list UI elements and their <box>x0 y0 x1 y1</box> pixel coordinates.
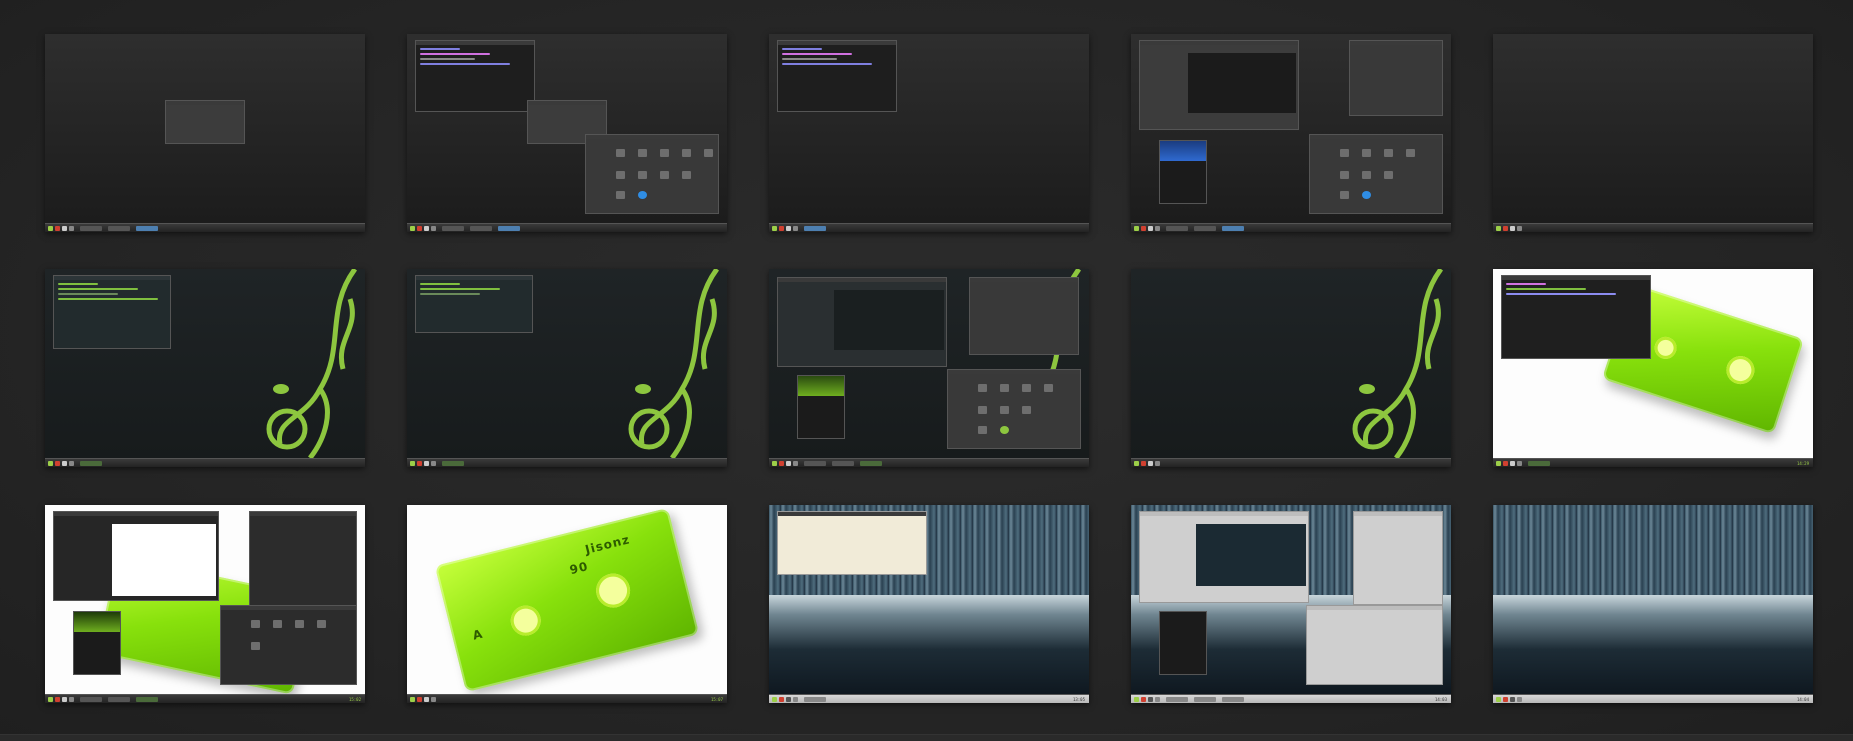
cassette-side: A <box>471 626 485 643</box>
file-manager-window[interactable] <box>220 605 357 685</box>
terminal-window[interactable] <box>777 511 927 575</box>
thumbnail-14[interactable]: 14:03 <box>1131 505 1451 703</box>
wallpaper <box>1493 505 1813 694</box>
shelf-panel <box>769 458 1089 467</box>
file-manager-icon[interactable] <box>69 225 74 231</box>
shelf-panel: 15:02 <box>45 694 365 703</box>
task-button[interactable] <box>136 225 158 231</box>
chameleon-logo <box>273 384 289 394</box>
clock: 15:07 <box>710 696 723 702</box>
start-icon[interactable] <box>48 225 53 231</box>
help-icon[interactable] <box>1362 191 1371 199</box>
vine-decoration <box>628 269 720 458</box>
task-button[interactable] <box>80 225 102 231</box>
about-window[interactable] <box>73 611 121 675</box>
terminal-window[interactable] <box>777 40 897 112</box>
about-window[interactable] <box>797 375 845 439</box>
thumbnail-10[interactable]: 14:29 <box>1493 269 1813 467</box>
thumbnail-11[interactable]: 15:02 <box>45 505 365 703</box>
shelf-panel <box>407 223 727 232</box>
settings-window[interactable] <box>777 277 947 367</box>
thumbnail-8[interactable] <box>769 269 1089 467</box>
dialog-window[interactable] <box>165 100 245 144</box>
settings-panel-window[interactable] <box>1349 40 1443 116</box>
shelf-panel <box>45 458 365 467</box>
task-button[interactable] <box>108 225 130 231</box>
thumbnail-7[interactable] <box>407 269 727 467</box>
clock: 14:03 <box>1434 696 1447 702</box>
vine-decoration <box>266 269 358 458</box>
thumbnail-12[interactable]: Jisonz A 90 15:07 <box>407 505 727 703</box>
thumbnail-9[interactable] <box>1131 269 1451 467</box>
terminal-window[interactable] <box>415 40 535 112</box>
vine-decoration <box>1352 269 1444 458</box>
shelf-panel: 14:03 <box>1131 694 1451 703</box>
shelf-panel <box>769 223 1089 232</box>
cassette-minutes: 90 <box>568 559 590 578</box>
file-manager-window[interactable] <box>1309 134 1443 214</box>
shelf-panel: 15:07 <box>407 694 727 703</box>
clock: 15:02 <box>348 696 361 702</box>
about-window[interactable] <box>1159 611 1207 675</box>
thumbnail-3[interactable] <box>769 34 1089 232</box>
browser-icon[interactable] <box>55 225 60 231</box>
terminal-window[interactable] <box>415 275 533 333</box>
shelf-panel <box>45 223 365 232</box>
shelf-panel <box>1493 223 1813 232</box>
settings-panel-window[interactable] <box>1353 511 1443 605</box>
settings-panel-window[interactable] <box>969 277 1079 355</box>
file-manager-window[interactable] <box>585 134 719 214</box>
terminal-window[interactable] <box>1501 275 1651 359</box>
settings-window[interactable] <box>1139 40 1299 130</box>
screenshot-gallery: 14:29 15:02 Jisonz A 90 15:07 13:05 14:0… <box>0 0 1853 741</box>
shelf-panel <box>407 458 727 467</box>
thumbnail-6[interactable] <box>45 269 365 467</box>
cassette-brand: Jisonz <box>583 532 632 557</box>
settings-window[interactable] <box>1139 511 1309 603</box>
file-manager-window[interactable] <box>1306 605 1443 685</box>
clock: 13:05 <box>1072 696 1085 702</box>
terminal-icon[interactable] <box>62 225 67 231</box>
shelf-panel: 13:05 <box>769 694 1089 703</box>
bottom-strip <box>0 734 1853 741</box>
terminal-window[interactable] <box>53 275 171 349</box>
thumbnail-4[interactable] <box>1131 34 1451 232</box>
shelf-panel <box>1131 223 1451 232</box>
settings-panel-window[interactable] <box>249 511 357 611</box>
thumbnail-5[interactable] <box>1493 34 1813 232</box>
shelf-panel <box>1131 458 1451 467</box>
shelf-panel: 14:04 <box>1493 694 1813 703</box>
shelf-panel: 14:29 <box>1493 458 1813 467</box>
wallpaper <box>1493 34 1813 223</box>
thumbnail-1[interactable] <box>45 34 365 232</box>
settings-window[interactable] <box>53 511 219 601</box>
thumbnail-2[interactable] <box>407 34 727 232</box>
file-manager-window[interactable] <box>947 369 1081 449</box>
about-window[interactable] <box>1159 140 1207 204</box>
help-icon[interactable] <box>638 191 647 199</box>
clock: 14:29 <box>1796 460 1809 466</box>
thumbnail-13[interactable]: 13:05 <box>769 505 1089 703</box>
clock: 14:04 <box>1796 696 1809 702</box>
thumbnail-15[interactable]: 14:04 <box>1493 505 1813 703</box>
